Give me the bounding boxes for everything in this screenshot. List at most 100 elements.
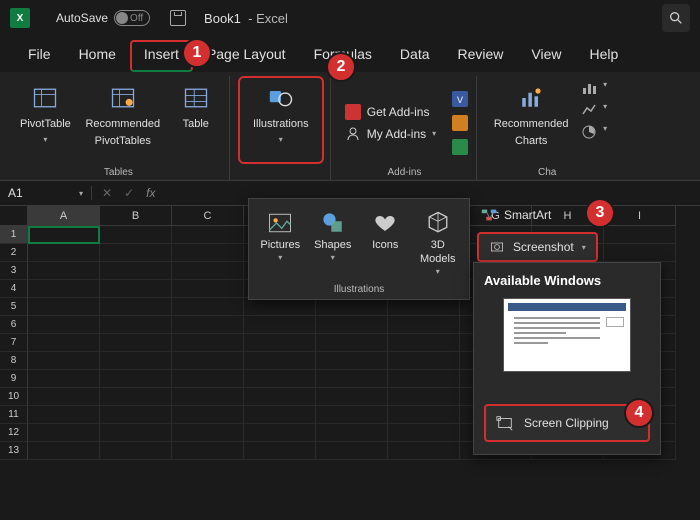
line-chart-icon[interactable] — [581, 102, 597, 118]
cell[interactable] — [28, 244, 100, 262]
cell[interactable] — [244, 388, 316, 406]
cell[interactable] — [388, 370, 460, 388]
row-header[interactable]: 10 — [0, 388, 28, 406]
shapes-button[interactable]: Shapes ▾ — [308, 205, 359, 280]
cell[interactable] — [388, 352, 460, 370]
row-header[interactable]: 5 — [0, 298, 28, 316]
col-header-i[interactable]: I — [604, 206, 676, 226]
cell[interactable] — [316, 442, 388, 460]
icons-button[interactable]: Icons — [360, 205, 411, 280]
cancel-formula-icon[interactable]: ✕ — [102, 186, 112, 200]
cell[interactable] — [172, 352, 244, 370]
cell[interactable] — [172, 316, 244, 334]
cell[interactable] — [100, 352, 172, 370]
row-header[interactable]: 3 — [0, 262, 28, 280]
cell[interactable] — [172, 226, 244, 244]
cell[interactable] — [100, 334, 172, 352]
tab-view[interactable]: View — [517, 40, 575, 72]
cell[interactable] — [100, 442, 172, 460]
people-graph-icon[interactable] — [452, 139, 468, 155]
cell[interactable] — [28, 280, 100, 298]
cell[interactable] — [316, 388, 388, 406]
cell[interactable] — [100, 280, 172, 298]
cell[interactable] — [100, 388, 172, 406]
cell[interactable] — [100, 298, 172, 316]
cell[interactable] — [244, 406, 316, 424]
cell[interactable] — [172, 388, 244, 406]
tab-data[interactable]: Data — [386, 40, 444, 72]
visio-addin-icon[interactable]: V — [452, 91, 468, 107]
cell[interactable] — [388, 316, 460, 334]
illustrations-button[interactable]: Illustrations ▾ — [238, 76, 324, 164]
my-addins-button[interactable]: My Add-ins ▾ — [345, 126, 436, 142]
pie-chart-icon[interactable] — [581, 124, 597, 140]
cell[interactable] — [388, 334, 460, 352]
cell[interactable] — [316, 370, 388, 388]
tab-file[interactable]: File — [14, 40, 65, 72]
cell[interactable] — [28, 406, 100, 424]
cell[interactable] — [604, 244, 676, 262]
cell[interactable] — [28, 298, 100, 316]
row-header[interactable]: 1 — [0, 226, 28, 244]
cell[interactable] — [172, 280, 244, 298]
tab-review[interactable]: Review — [444, 40, 518, 72]
cell[interactable] — [244, 442, 316, 460]
cell[interactable] — [28, 226, 100, 244]
column-chart-icon[interactable] — [581, 80, 597, 96]
row-header[interactable]: 4 — [0, 280, 28, 298]
cell[interactable] — [244, 352, 316, 370]
cell[interactable] — [316, 406, 388, 424]
col-header-b[interactable]: B — [100, 206, 172, 226]
cell[interactable] — [172, 298, 244, 316]
cell[interactable] — [604, 226, 676, 244]
cell[interactable] — [28, 388, 100, 406]
cell[interactable] — [244, 316, 316, 334]
search-button[interactable] — [662, 4, 690, 32]
recommended-pivottables-button[interactable]: Recommended PivotTables — [79, 78, 167, 160]
cell[interactable] — [244, 370, 316, 388]
cell[interactable] — [28, 352, 100, 370]
cell[interactable] — [316, 298, 388, 316]
cell[interactable] — [28, 442, 100, 460]
row-header[interactable]: 12 — [0, 424, 28, 442]
select-all-corner[interactable] — [0, 206, 28, 226]
tab-home[interactable]: Home — [65, 40, 130, 72]
cell[interactable] — [28, 334, 100, 352]
row-header[interactable]: 2 — [0, 244, 28, 262]
cell[interactable] — [388, 442, 460, 460]
cell[interactable] — [172, 334, 244, 352]
cell[interactable] — [28, 262, 100, 280]
cell[interactable] — [28, 370, 100, 388]
pivottable-button[interactable]: PivotTable ▾ — [14, 78, 77, 160]
row-header[interactable]: 8 — [0, 352, 28, 370]
smartart-button[interactable]: SmartArt — [480, 206, 551, 224]
cell[interactable] — [388, 406, 460, 424]
window-thumbnail[interactable] — [503, 298, 631, 372]
tab-help[interactable]: Help — [576, 40, 633, 72]
cell[interactable] — [388, 388, 460, 406]
screenshot-button[interactable]: Screenshot ▾ — [477, 232, 598, 262]
row-header[interactable]: 9 — [0, 370, 28, 388]
cell[interactable] — [388, 424, 460, 442]
cell[interactable] — [244, 334, 316, 352]
row-header[interactable]: 11 — [0, 406, 28, 424]
save-icon[interactable] — [170, 10, 186, 26]
autosave-toggle[interactable]: AutoSave Off — [56, 10, 150, 26]
bing-maps-icon[interactable] — [452, 115, 468, 131]
cell[interactable] — [100, 424, 172, 442]
cell[interactable] — [316, 334, 388, 352]
cell[interactable] — [28, 316, 100, 334]
col-header-c[interactable]: C — [172, 206, 244, 226]
cell[interactable] — [100, 262, 172, 280]
cell[interactable] — [316, 316, 388, 334]
cell[interactable] — [244, 424, 316, 442]
cell[interactable] — [28, 424, 100, 442]
row-header[interactable]: 6 — [0, 316, 28, 334]
cell[interactable] — [172, 244, 244, 262]
enter-formula-icon[interactable]: ✓ — [124, 186, 134, 200]
cell[interactable] — [100, 406, 172, 424]
cell[interactable] — [316, 352, 388, 370]
cell[interactable] — [172, 370, 244, 388]
table-button[interactable]: Table — [169, 78, 223, 160]
cell[interactable] — [100, 244, 172, 262]
